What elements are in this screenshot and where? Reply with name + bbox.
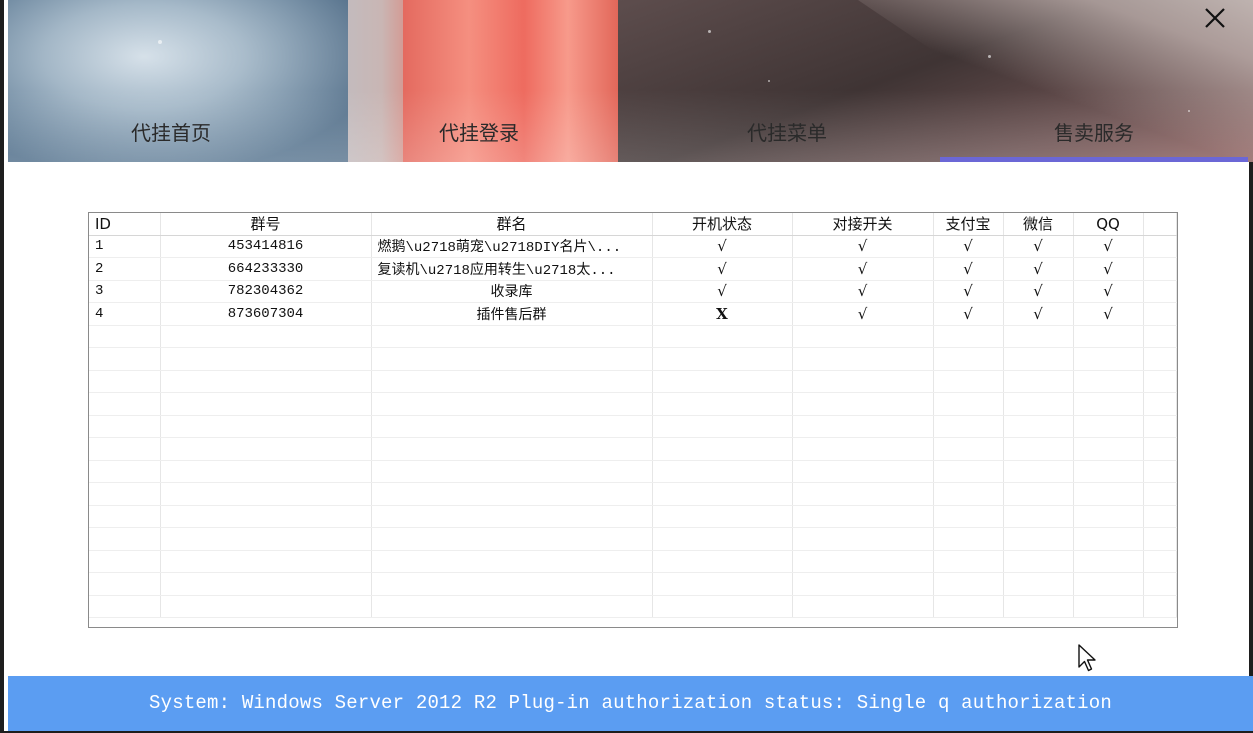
table-row[interactable]: 3 782304362 收录库 √ √ √ √ √ bbox=[89, 280, 1177, 303]
cell-group-no: 782304362 bbox=[160, 280, 372, 303]
close-icon bbox=[1205, 8, 1225, 28]
empty-table-row bbox=[89, 392, 1177, 416]
cell-alipay: √ bbox=[933, 257, 1004, 281]
group-table[interactable]: ID 群号 群名 开机状态 对接开关 支付宝 微信 QQ 1 453414816… bbox=[88, 212, 1178, 628]
cell-group-no: 453414816 bbox=[160, 235, 372, 258]
app-window: 代挂首页 代挂登录 代挂菜单 售卖服务 ID 群号 群名 开机状态 对接开关 支… bbox=[0, 0, 1253, 733]
cell-boot-status: X bbox=[652, 302, 793, 326]
column-header-alipay[interactable]: 支付宝 bbox=[933, 213, 1004, 236]
empty-table-row bbox=[89, 505, 1177, 528]
column-header-group-name[interactable]: 群名 bbox=[371, 213, 653, 236]
cell-dock-switch: √ bbox=[792, 302, 934, 326]
cell-id: 2 bbox=[89, 257, 161, 281]
cell-wechat: √ bbox=[1003, 302, 1074, 326]
table-row[interactable]: 1 453414816 燃鹅\u2718萌宠\u2718DIY名片\... √ … bbox=[89, 235, 1177, 258]
cell-boot-status: √ bbox=[652, 280, 793, 303]
table-row[interactable]: 4 873607304 插件售后群 X √ √ √ √ bbox=[89, 302, 1177, 326]
empty-table-row bbox=[89, 437, 1177, 461]
cell-wechat: √ bbox=[1003, 235, 1074, 258]
cell-wechat: √ bbox=[1003, 257, 1074, 281]
tab-home[interactable]: 代挂首页 bbox=[116, 113, 226, 153]
cell-qq: √ bbox=[1073, 257, 1144, 281]
column-header-dock-switch[interactable]: 对接开关 bbox=[792, 213, 934, 236]
table-row[interactable]: 2 664233330 复读机\u2718应用转生\u2718太... √ √ … bbox=[89, 257, 1177, 281]
cell-qq: √ bbox=[1073, 235, 1144, 258]
empty-rows bbox=[89, 325, 1177, 618]
column-header-id[interactable]: ID bbox=[89, 213, 161, 236]
status-bar: System: Windows Server 2012 R2 Plug-in a… bbox=[8, 676, 1253, 731]
cell-dock-switch: √ bbox=[792, 280, 934, 303]
cell-group-name: 复读机\u2718应用转生\u2718太... bbox=[371, 257, 653, 281]
cell-id: 4 bbox=[89, 302, 161, 326]
tab-login[interactable]: 代挂登录 bbox=[424, 113, 534, 153]
tab-sales-service[interactable]: 售卖服务 bbox=[940, 113, 1248, 162]
top-nav: 代挂首页 代挂登录 代挂菜单 售卖服务 bbox=[8, 113, 1253, 162]
table-header-row: ID 群号 群名 开机状态 对接开关 支付宝 微信 QQ bbox=[89, 213, 1177, 236]
empty-table-row bbox=[89, 482, 1177, 506]
cell-boot-status: √ bbox=[652, 257, 793, 281]
empty-table-row bbox=[89, 572, 1177, 596]
cell-wechat: √ bbox=[1003, 280, 1074, 303]
empty-table-row bbox=[89, 415, 1177, 438]
column-header-group-no[interactable]: 群号 bbox=[160, 213, 372, 236]
cell-group-name: 燃鹅\u2718萌宠\u2718DIY名片\... bbox=[371, 235, 653, 258]
cell-group-name: 插件售后群 bbox=[371, 302, 653, 326]
mouse-pointer-icon bbox=[1078, 644, 1096, 672]
empty-table-row bbox=[89, 325, 1177, 348]
cell-group-name: 收录库 bbox=[371, 280, 653, 303]
cell-group-no: 873607304 bbox=[160, 302, 372, 326]
cell-dock-switch: √ bbox=[792, 235, 934, 258]
column-header-boot-status[interactable]: 开机状态 bbox=[652, 213, 793, 236]
empty-table-row bbox=[89, 550, 1177, 573]
cell-group-no: 664233330 bbox=[160, 257, 372, 281]
cell-alipay: √ bbox=[933, 235, 1004, 258]
close-button[interactable] bbox=[1201, 4, 1229, 32]
tab-menu[interactable]: 代挂菜单 bbox=[732, 113, 842, 153]
cell-id: 3 bbox=[89, 280, 161, 303]
cell-alipay: √ bbox=[933, 302, 1004, 326]
column-header-wechat[interactable]: 微信 bbox=[1003, 213, 1074, 236]
cell-id: 1 bbox=[89, 235, 161, 258]
column-header-filler bbox=[1143, 213, 1177, 236]
cell-boot-status: √ bbox=[652, 235, 793, 258]
empty-table-row bbox=[89, 595, 1177, 618]
cell-qq: √ bbox=[1073, 302, 1144, 326]
cell-dock-switch: √ bbox=[792, 257, 934, 281]
column-header-qq[interactable]: QQ bbox=[1073, 213, 1144, 236]
cell-qq: √ bbox=[1073, 280, 1144, 303]
empty-table-row bbox=[89, 527, 1177, 551]
empty-table-row bbox=[89, 370, 1177, 393]
cell-alipay: √ bbox=[933, 280, 1004, 303]
empty-table-row bbox=[89, 347, 1177, 371]
empty-table-row bbox=[89, 460, 1177, 483]
